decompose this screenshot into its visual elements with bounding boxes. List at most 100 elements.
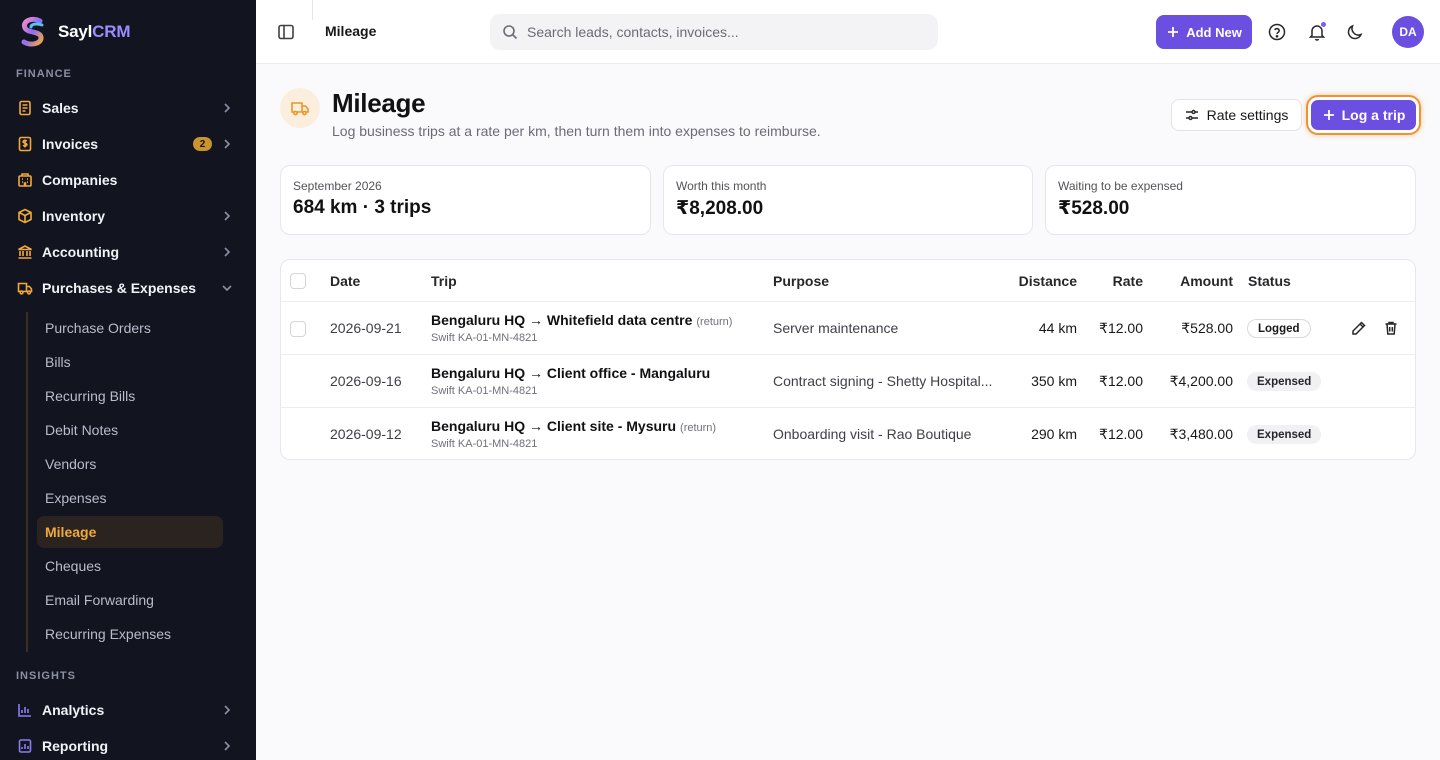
brand-logo-icon: [21, 16, 44, 47]
sidebar-item-invoices[interactable]: Invoices 2: [8, 128, 248, 160]
chevron-right-icon: [224, 139, 231, 149]
rate-settings-button[interactable]: Rate settings: [1171, 99, 1302, 131]
status-badge: Expensed: [1247, 372, 1322, 391]
sidebar-item-purchases-expenses[interactable]: Purchases & Expenses: [8, 272, 248, 304]
search-icon: [503, 25, 518, 40]
trip-vehicle: Swift KA-01-MN-4821: [431, 385, 538, 397]
trip-route: Bengaluru HQ → Client office - Mangaluru: [431, 365, 711, 381]
page-title: Mileage: [332, 88, 426, 118]
cell-trip: Bengaluru HQ → Whitefield data centre (re…: [431, 312, 732, 328]
brand[interactable]: SaylCRM: [18, 16, 130, 48]
notifications-button[interactable]: [1307, 21, 1327, 42]
cell-amount: ₹4,200.00: [1169, 373, 1233, 389]
sidebar-item-sales[interactable]: Sales: [8, 92, 248, 124]
sidebar-item-inventory[interactable]: Inventory: [8, 200, 248, 232]
stat-value: ₹8,208.00: [676, 198, 764, 219]
submenu-guide-line: [26, 312, 28, 652]
add-new-label: Add New: [1186, 24, 1242, 40]
sidebar-item-reporting[interactable]: Reporting: [8, 730, 248, 760]
sidebar-item-companies[interactable]: Companies: [8, 164, 248, 196]
plus-icon: [1168, 27, 1179, 37]
sidebar-item-label: Accounting: [42, 244, 119, 260]
avatar[interactable]: DA: [1392, 16, 1424, 48]
search-bar[interactable]: [490, 14, 938, 50]
cell-amount: ₹528.00: [1181, 320, 1233, 336]
dollar-doc-icon: [17, 136, 33, 152]
search-input[interactable]: [527, 24, 927, 40]
box-icon: [17, 208, 33, 224]
trash-icon[interactable]: [1383, 320, 1399, 336]
stat-value: ₹528.00: [1058, 198, 1130, 219]
section-label-insights: INSIGHTS: [16, 670, 76, 682]
building-icon: [17, 172, 33, 188]
trip-route: Bengaluru HQ → Client site - Mysuru: [431, 418, 677, 434]
column-header-purpose[interactable]: Purpose: [773, 273, 829, 289]
notification-dot: [1320, 21, 1327, 28]
sidebar-item-label: Purchases & Expenses: [42, 280, 197, 296]
help-icon[interactable]: [1267, 22, 1287, 42]
page-subtitle: Log business trips at a rate per km, the…: [332, 123, 821, 139]
rate-settings-label: Rate settings: [1206, 107, 1289, 123]
sliders-icon: [1185, 109, 1198, 121]
log-trip-label: Log a trip: [1341, 107, 1406, 123]
sidebar-subitem-recurring-bills[interactable]: Recurring Bills: [37, 380, 223, 412]
sidebar-subitem-mileage[interactable]: Mileage: [37, 516, 223, 548]
breadcrumb: Mileage: [325, 23, 377, 39]
stat-card-waiting: Waiting to be expensed ₹528.00: [1045, 165, 1416, 235]
bar-chart-icon: [17, 702, 33, 718]
chevron-right-icon: [224, 741, 231, 751]
column-header-trip[interactable]: Trip: [431, 273, 457, 289]
column-header-distance[interactable]: Distance: [997, 273, 1077, 289]
section-label-finance: FINANCE: [16, 68, 72, 80]
column-header-status[interactable]: Status: [1248, 273, 1291, 289]
chevron-right-icon: [224, 247, 231, 257]
select-all-checkbox[interactable]: [290, 273, 306, 289]
sidebar-item-analytics[interactable]: Analytics: [8, 694, 248, 726]
sidebar-item-accounting[interactable]: Accounting: [8, 236, 248, 268]
cell-trip: Bengaluru HQ → Client site - Mysuru (retu…: [431, 418, 716, 434]
cell-date: 2026-09-21: [330, 320, 402, 336]
cell-trip: Bengaluru HQ → Client office - Mangaluru: [431, 365, 710, 381]
sidebar-subitem-recurring-expenses[interactable]: Recurring Expenses: [37, 618, 223, 650]
status-badge: Logged: [1247, 319, 1311, 338]
stat-label: Waiting to be expensed: [1058, 179, 1183, 193]
return-tag: (return): [680, 422, 717, 434]
cell-purpose: Server maintenance: [773, 320, 899, 336]
edit-icon[interactable]: [1351, 320, 1367, 336]
stat-value: 684 km · 3 trips: [293, 197, 432, 218]
page-truck-icon: [280, 88, 320, 128]
sidebar-item-label: Reporting: [42, 738, 109, 754]
invoices-count-badge: 2: [193, 137, 212, 151]
topbar-divider: [312, 0, 313, 20]
sidebar-subitem-email-forwarding[interactable]: Email Forwarding: [37, 584, 223, 616]
sidebar-subitem-cheques[interactable]: Cheques: [37, 550, 223, 582]
sidebar-subitem-purchase-orders[interactable]: Purchase Orders: [37, 312, 223, 344]
stat-card-month: September 2026 684 km · 3 trips: [280, 165, 651, 235]
table-row[interactable]: 2026-09-21 Bengaluru HQ → Whitefield dat…: [281, 302, 1415, 355]
sidebar-toggle-icon[interactable]: [276, 22, 296, 42]
sidebar-subitem-vendors[interactable]: Vendors: [37, 448, 223, 480]
mileage-table: Date Trip Purpose Distance Rate Amount S…: [280, 259, 1416, 460]
chevron-down-icon: [222, 285, 232, 292]
column-header-rate[interactable]: Rate: [1073, 273, 1143, 289]
chevron-right-icon: [224, 211, 231, 221]
stat-label: Worth this month: [676, 179, 767, 193]
table-row[interactable]: 2026-09-16 Bengaluru HQ → Client office …: [281, 355, 1415, 408]
cell-distance: 290 km: [1031, 426, 1077, 442]
add-new-button[interactable]: Add New: [1156, 15, 1252, 49]
table-row[interactable]: 2026-09-12 Bengaluru HQ → Client site - …: [281, 408, 1415, 459]
row-checkbox[interactable]: [290, 321, 306, 337]
sidebar-item-label: Invoices: [42, 136, 99, 152]
sidebar: SaylCRM FINANCE Sales Invoices 2 Compani…: [0, 0, 256, 760]
brand-name: SaylCRM: [58, 22, 131, 41]
column-header-date[interactable]: Date: [330, 273, 360, 289]
plus-icon: [1323, 110, 1334, 120]
bank-icon: [17, 244, 33, 260]
sidebar-subitem-debit-notes[interactable]: Debit Notes: [37, 414, 223, 446]
log-trip-button[interactable]: Log a trip: [1311, 100, 1416, 130]
moon-icon[interactable]: [1345, 22, 1365, 42]
stat-card-worth: Worth this month ₹8,208.00: [663, 165, 1033, 235]
sidebar-subitem-expenses[interactable]: Expenses: [37, 482, 223, 514]
sidebar-subitem-bills[interactable]: Bills: [37, 346, 223, 378]
column-header-amount[interactable]: Amount: [1143, 273, 1233, 289]
